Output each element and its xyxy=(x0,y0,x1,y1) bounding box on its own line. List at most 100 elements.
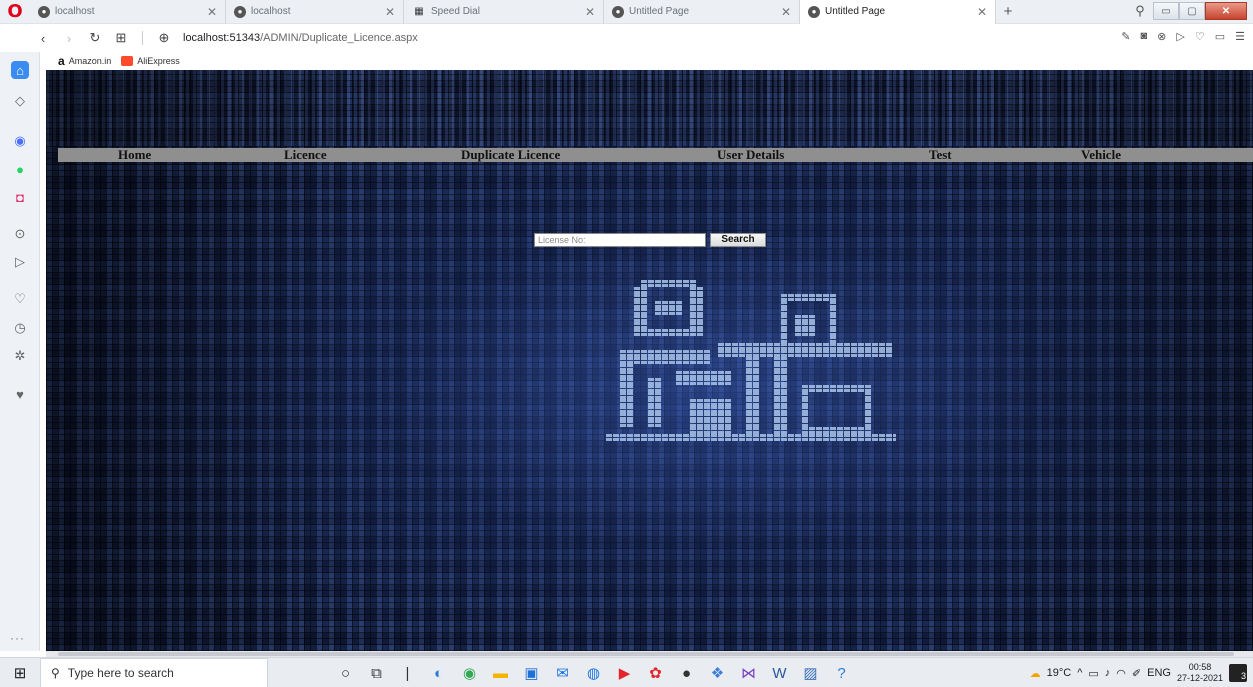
volume-icon[interactable]: ♪ xyxy=(1105,667,1111,679)
tab-title: localhost xyxy=(55,6,95,17)
home-icon[interactable]: ⌂ xyxy=(11,61,29,79)
tab-bar: O ● localhost ✕ ● localhost ✕ ▦ Speed Di… xyxy=(0,0,1253,24)
tab-title: Untitled Page xyxy=(825,6,886,17)
tab-speed-dial[interactable]: ▦ Speed Dial ✕ xyxy=(404,0,604,24)
visual-studio-icon[interactable]: ⋈ xyxy=(733,658,764,687)
opera-logo-icon[interactable]: O xyxy=(0,0,30,24)
taskbar-search-placeholder: Type here to search xyxy=(67,665,174,680)
whatsapp-icon[interactable]: ● xyxy=(11,160,29,178)
instagram-icon[interactable]: ◘ xyxy=(11,188,29,206)
nav-vehicle[interactable]: Vehicle xyxy=(1081,147,1121,163)
reload-icon[interactable]: ↻ xyxy=(82,30,108,46)
nav-licence[interactable]: Licence xyxy=(284,147,327,163)
clock-time: 00:58 xyxy=(1188,662,1212,672)
edit-icon[interactable]: ✎ xyxy=(1121,30,1130,43)
bookmark-label: Amazon.in xyxy=(68,55,112,66)
personal-news-icon[interactable]: ♥ xyxy=(11,385,29,403)
globe-icon: ● xyxy=(38,5,50,18)
camera-icon[interactable]: ◙ xyxy=(1141,30,1148,43)
more-icon[interactable]: ··· xyxy=(10,631,25,645)
edge-icon[interactable]: ◐ xyxy=(423,658,454,687)
messenger-icon[interactable]: ◉ xyxy=(11,132,29,150)
nav-home[interactable]: Home xyxy=(118,147,151,163)
language-indicator[interactable]: ENG xyxy=(1147,667,1171,679)
back-icon[interactable]: ‹ xyxy=(30,31,56,46)
mail-icon[interactable]: ✉ xyxy=(547,658,578,687)
heart-icon[interactable]: ♡ xyxy=(1195,30,1205,43)
close-icon[interactable]: ✕ xyxy=(977,5,987,19)
speed-dial-sidebar-icon[interactable]: ◇ xyxy=(11,92,29,110)
history-icon[interactable]: ◷ xyxy=(11,319,29,337)
github-icon[interactable]: ● xyxy=(671,658,702,687)
flow-icon[interactable]: ▷ xyxy=(1176,30,1184,43)
tab-localhost-2[interactable]: ● localhost ✕ xyxy=(226,0,404,24)
main-nav: Home Licence Duplicate Licence User Deta… xyxy=(58,147,1253,163)
flow-sidebar-icon[interactable]: ▷ xyxy=(11,253,29,271)
shield-icon[interactable]: ⊗ xyxy=(1157,30,1166,43)
bookmarks-bar: a Amazon.in AliExpress xyxy=(30,52,1253,69)
youtube-icon[interactable]: ▶ xyxy=(609,658,640,687)
help-icon[interactable]: ? xyxy=(826,658,857,687)
speed-dial-icon: ▦ xyxy=(414,6,424,17)
close-window-button[interactable]: ✕ xyxy=(1205,2,1247,20)
teams-icon[interactable]: ❖ xyxy=(702,658,733,687)
bookmark-aliexpress[interactable]: AliExpress xyxy=(121,55,180,66)
pinboard-icon[interactable]: ♡ xyxy=(11,290,29,308)
close-icon[interactable]: ✕ xyxy=(207,5,217,19)
tab-localhost-1[interactable]: ● localhost ✕ xyxy=(30,0,226,24)
word-icon[interactable]: W xyxy=(764,658,795,687)
file-explorer-icon[interactable]: ▬ xyxy=(485,658,516,687)
notifications-icon[interactable]: 3 xyxy=(1229,664,1247,682)
wifi-icon[interactable]: ◠ xyxy=(1116,667,1126,680)
app-icon[interactable]: ◍ xyxy=(578,658,609,687)
weather-icon[interactable]: ☁ xyxy=(1030,667,1041,680)
paint-icon[interactable]: ✿ xyxy=(640,658,671,687)
address-actions: ✎ ◙ ⊗ ▷ ♡ ▭ ☰ xyxy=(1121,30,1245,43)
aliexpress-icon xyxy=(121,55,134,66)
chrome-icon[interactable]: ◉ xyxy=(454,658,485,687)
pixel-art-illustration xyxy=(606,280,896,441)
tab-untitled-page-1[interactable]: ● Untitled Page ✕ xyxy=(604,0,800,24)
licence-search-form: Search xyxy=(534,233,766,247)
url-host: localhost:51343 xyxy=(183,32,261,44)
windows-start-icon[interactable]: ⊞ xyxy=(0,658,40,687)
close-icon[interactable]: ✕ xyxy=(781,5,791,19)
store-icon[interactable]: ▣ xyxy=(516,658,547,687)
minimize-button[interactable]: ▭ xyxy=(1153,2,1179,20)
globe-icon: ● xyxy=(612,5,624,18)
url-field[interactable]: localhost:51343/ADMIN/Duplicate_Licence.… xyxy=(183,32,418,44)
maximize-button[interactable]: ▢ xyxy=(1179,2,1205,20)
nav-user-details[interactable]: User Details xyxy=(717,147,784,163)
sidebar: ⌂ ◇ ◉ ● ◘ ⊙ ▷ ♡ ◷ ✲ ♥ ··· xyxy=(0,52,40,651)
clock[interactable]: 00:58 27-12-2021 xyxy=(1177,662,1223,684)
site-info-icon[interactable]: ⊕ xyxy=(151,30,177,46)
close-icon[interactable]: ✕ xyxy=(585,5,595,19)
bookmark-amazon[interactable]: a Amazon.in xyxy=(58,54,111,68)
page-content: Home Licence Duplicate Licence User Deta… xyxy=(46,70,1253,651)
tabs-grid-icon[interactable]: ⊞ xyxy=(108,30,134,46)
cortana-icon[interactable]: ○ xyxy=(330,658,361,687)
scrollbar-thumb[interactable] xyxy=(58,652,1234,656)
easy-setup-icon[interactable]: ☰ xyxy=(1235,30,1245,43)
forward-icon[interactable]: › xyxy=(56,31,82,46)
nav-duplicate-licence[interactable]: Duplicate Licence xyxy=(461,147,560,163)
weather-temp[interactable]: 19°C xyxy=(1047,667,1072,679)
extensions-icon[interactable]: ✲ xyxy=(11,347,29,365)
amazon-icon: a xyxy=(58,53,65,68)
nav-test[interactable]: Test xyxy=(929,147,952,163)
notification-count: 3 xyxy=(1240,671,1246,681)
search-tabs-icon[interactable]: ⚲ xyxy=(1127,3,1153,19)
search-button[interactable]: Search xyxy=(710,233,766,247)
battery-icon[interactable]: ▭ xyxy=(1215,30,1225,43)
chevron-up-icon[interactable]: ^ xyxy=(1077,667,1082,679)
taskbar-search[interactable]: ⚲ Type here to search xyxy=(40,657,268,687)
license-no-input[interactable] xyxy=(534,233,706,247)
task-view-icon[interactable]: ⧉ xyxy=(361,658,392,687)
new-tab-icon[interactable]: + xyxy=(996,3,1020,20)
pen-icon[interactable]: ✐ xyxy=(1132,667,1141,680)
close-icon[interactable]: ✕ xyxy=(385,5,395,19)
tab-untitled-page-2[interactable]: ● Untitled Page ✕ xyxy=(800,0,996,24)
battery-icon[interactable]: ▭ xyxy=(1088,667,1098,680)
player-icon[interactable]: ⊙ xyxy=(11,225,29,243)
vs-designer-icon[interactable]: ▨ xyxy=(795,658,826,687)
